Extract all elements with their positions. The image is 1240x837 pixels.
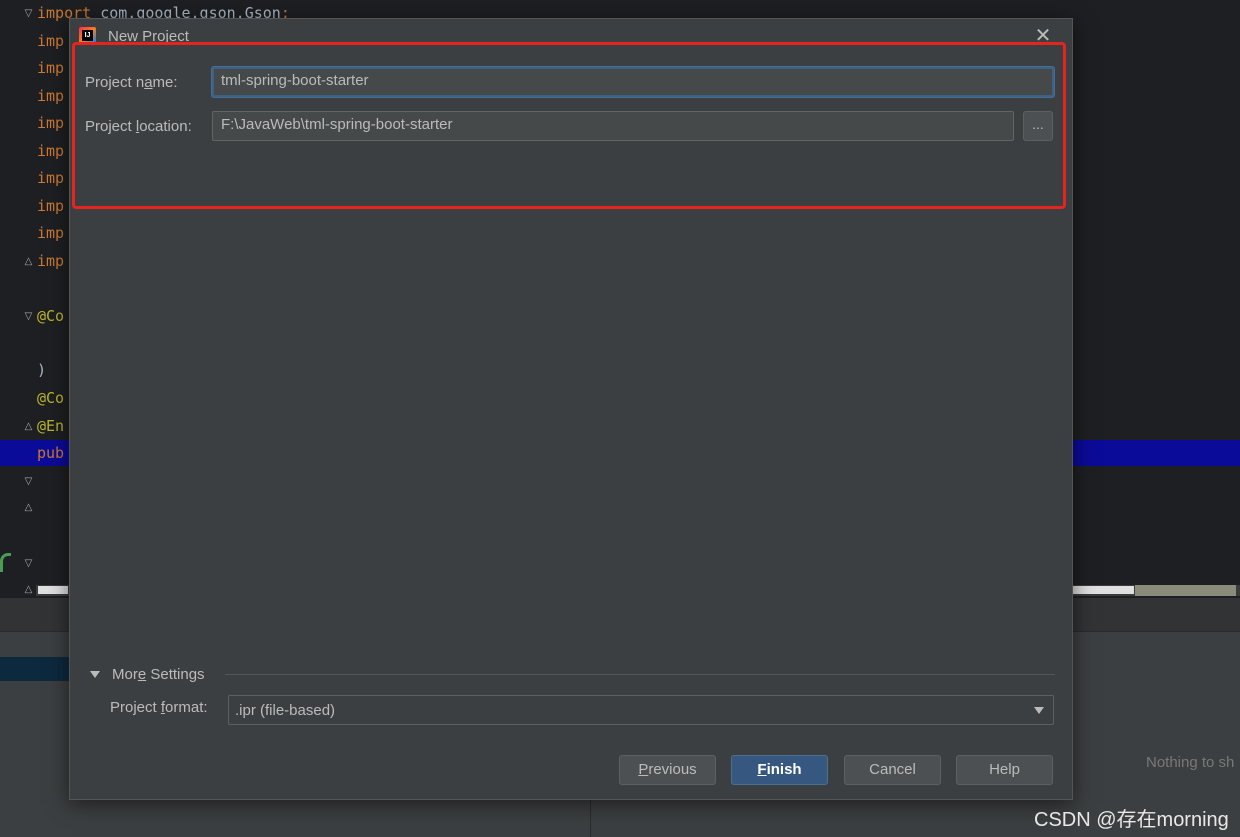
fold-open-icon[interactable]: ▽ bbox=[24, 476, 33, 487]
fold-close-icon[interactable]: △ bbox=[24, 502, 33, 513]
more-settings-toggle[interactable]: More Settings bbox=[90, 664, 205, 684]
section-separator bbox=[225, 674, 1055, 675]
code-line[interactable]: imp bbox=[37, 113, 64, 133]
tool-window-selected-row[interactable] bbox=[0, 657, 70, 681]
cancel-button[interactable]: Cancel bbox=[844, 755, 941, 785]
code-line[interactable]: @Co bbox=[37, 306, 64, 326]
collapse-triangle-icon bbox=[90, 670, 100, 678]
project-location-label: Project location: bbox=[85, 118, 192, 135]
code-line[interactable]: imp bbox=[37, 223, 64, 243]
fold-close-icon[interactable]: △ bbox=[24, 584, 33, 595]
empty-state-text: Nothing to sh bbox=[1146, 754, 1235, 771]
finish-button[interactable]: Finish bbox=[731, 755, 828, 785]
fold-close-icon[interactable]: △ bbox=[24, 256, 33, 267]
fold-open-icon[interactable]: ▽ bbox=[24, 558, 33, 569]
code-line[interactable]: imp bbox=[37, 196, 64, 216]
project-name-input[interactable]: tml-spring-boot-starter bbox=[212, 67, 1054, 97]
scrollbar-segment bbox=[1072, 586, 1134, 594]
code-line[interactable]: imp bbox=[37, 251, 64, 271]
code-line[interactable]: imp bbox=[37, 86, 64, 106]
code-line[interactable]: @En bbox=[37, 416, 64, 436]
browse-button[interactable]: ... bbox=[1023, 111, 1053, 141]
code-line[interactable]: @Co bbox=[37, 388, 64, 408]
scrollbar-segment bbox=[38, 586, 68, 594]
help-button[interactable]: Help bbox=[956, 755, 1053, 785]
code-line[interactable]: imp bbox=[37, 141, 64, 161]
project-format-value: .ipr (file-based) bbox=[235, 702, 336, 719]
project-name-label: Project name: bbox=[85, 74, 178, 91]
scrollbar-thumb[interactable] bbox=[1135, 585, 1236, 596]
project-location-input[interactable]: F:\JavaWeb\tml-spring-boot-starter bbox=[212, 111, 1014, 141]
code-line[interactable]: imp bbox=[37, 58, 64, 78]
panel-divider bbox=[590, 799, 591, 837]
more-settings-label: More Settings bbox=[112, 665, 205, 683]
chevron-down-icon bbox=[1034, 707, 1044, 714]
code-line[interactable]: imp bbox=[37, 168, 64, 188]
fold-close-icon[interactable]: △ bbox=[24, 421, 33, 432]
code-line[interactable]: ) bbox=[37, 360, 46, 380]
previous-button[interactable]: Previous bbox=[619, 755, 716, 785]
fold-open-icon[interactable]: ▽ bbox=[24, 311, 33, 322]
fold-open-icon[interactable]: ▽ bbox=[24, 8, 33, 19]
code-line[interactable]: imp bbox=[37, 31, 64, 51]
run-gutter-icon[interactable] bbox=[0, 553, 11, 572]
code-line[interactable]: pub bbox=[37, 443, 64, 463]
project-format-select[interactable]: .ipr (file-based) bbox=[228, 695, 1054, 725]
watermark: CSDN @存在morning bbox=[1034, 809, 1229, 831]
project-format-label: Project format: bbox=[110, 699, 208, 716]
new-project-dialog: IJ New Project ✕ Project name: tml-sprin… bbox=[69, 18, 1073, 800]
